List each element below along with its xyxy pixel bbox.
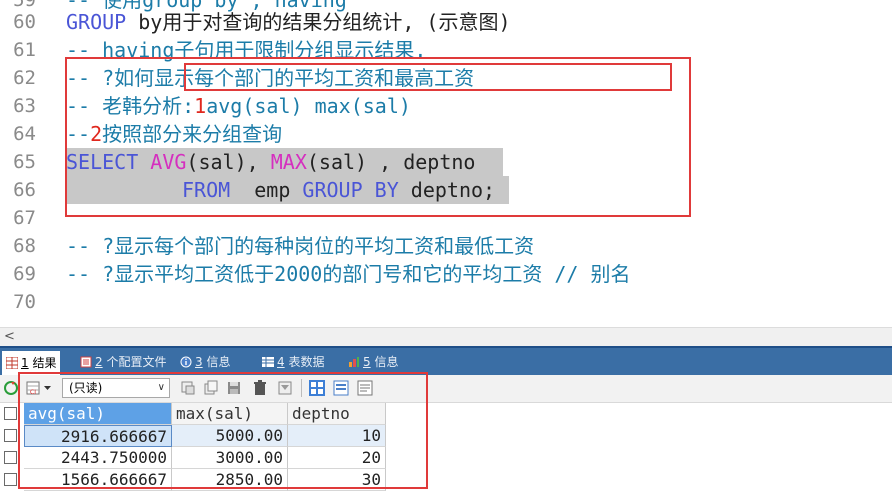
- code-line[interactable]: 70: [0, 288, 892, 316]
- scroll-left-arrow[interactable]: <: [4, 328, 15, 346]
- line-number: 62: [13, 67, 36, 89]
- tab-number: 3: [195, 355, 203, 369]
- row-checkbox[interactable]: [4, 473, 17, 486]
- line-number: 68: [13, 235, 36, 257]
- code-line[interactable]: 60 GROUP by用于对查询的结果分组统计, (示意图): [0, 8, 892, 36]
- tab-number: 1: [21, 356, 29, 370]
- sql-editor[interactable]: 59 -- 使用group by , having 60 GROUP by用于对…: [0, 0, 892, 325]
- tab-info-2[interactable]: 5 信息: [348, 352, 398, 372]
- tab-number: 2: [95, 355, 103, 369]
- tab-label: 个配置文件: [102, 355, 167, 369]
- line-number: 63: [13, 95, 36, 117]
- line-number: 67: [13, 207, 36, 229]
- code-comment: -- ?显示每个部门的每种岗位的平均工资和最低工资: [66, 234, 535, 258]
- highlight-box-result: [18, 372, 428, 489]
- grid-icon: [6, 357, 18, 369]
- tab-info[interactable]: 3 信息: [180, 352, 230, 372]
- line-number: 65: [13, 151, 36, 173]
- tab-table-data[interactable]: 4 表数据: [262, 352, 324, 372]
- code-line[interactable]: 68 -- ?显示每个部门的每种岗位的平均工资和最低工资: [0, 232, 892, 260]
- line-number: 64: [13, 123, 36, 145]
- table-icon: [262, 357, 274, 367]
- tab-number: 4: [277, 355, 285, 369]
- code-text-rest: by用于对查询的结果分组统计, (示意图): [126, 10, 511, 34]
- chart-icon: [349, 357, 359, 367]
- row-checkbox[interactable]: [4, 451, 17, 464]
- line-number: 60: [13, 11, 36, 33]
- keyword-group: GROUP: [66, 10, 127, 34]
- line-number: 69: [13, 263, 36, 285]
- line-number: 61: [13, 39, 36, 61]
- code-comment: -- ?显示平均工资低于2000的部门号和它的平均工资 // 别名: [66, 262, 631, 286]
- refresh-icon[interactable]: [3, 380, 19, 396]
- line-number: 70: [13, 291, 36, 313]
- row-checkbox[interactable]: [4, 429, 17, 442]
- line-number: 66: [13, 179, 36, 201]
- result-tab-bar: 1 结果 2 个配置文件 3 信息 4 表数据 5 信息: [0, 346, 892, 375]
- code-line[interactable]: 69 -- ?显示平均工资低于2000的部门号和它的平均工资 // 别名: [0, 260, 892, 288]
- tab-label: 信息: [370, 355, 399, 369]
- code-text: GROUP by用于对查询的结果分组统计, (示意图): [66, 8, 511, 36]
- info-icon: [180, 356, 192, 368]
- tab-profiles[interactable]: 2 个配置文件: [80, 352, 166, 372]
- tab-label: 结果: [28, 356, 57, 370]
- editor-horizontal-scrollbar[interactable]: <: [0, 327, 892, 346]
- tab-number: 5: [363, 355, 371, 369]
- tab-label: 表数据: [284, 355, 325, 369]
- tab-label: 信息: [202, 355, 231, 369]
- select-all-checkbox[interactable]: [4, 407, 17, 420]
- profile-icon: [80, 356, 92, 368]
- highlight-box-query: [65, 57, 691, 217]
